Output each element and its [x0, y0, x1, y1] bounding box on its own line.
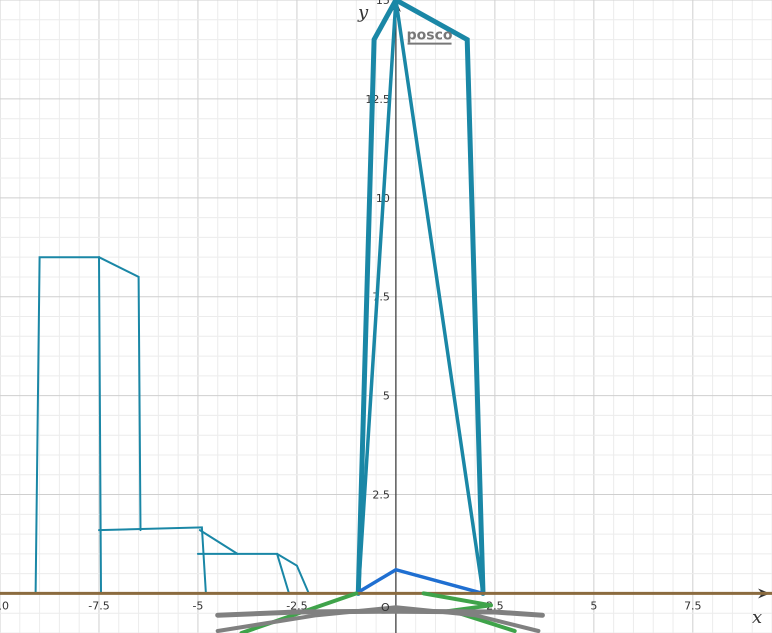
y-tick-label: 15: [376, 0, 390, 7]
x-tick-label: 7.5: [684, 599, 702, 612]
x-tick-label: -10: [0, 599, 9, 612]
chart: -10-7.5-5-2.52.557.52.557.51012.515 posc…: [0, 0, 772, 633]
y-tick-label: 5: [383, 390, 390, 403]
series-line-12: [421, 591, 493, 608]
y-tick-label: 2.5: [372, 489, 390, 502]
origin-label: O: [381, 601, 390, 614]
annotation-label: posco: [407, 28, 453, 44]
x-tick-label: -5: [192, 599, 203, 612]
x-tick-label: 5: [590, 599, 597, 612]
x-tick-label: -7.5: [88, 599, 109, 612]
tick-labels: -10-7.5-5-2.52.557.52.557.51012.515: [0, 0, 702, 612]
y-tick-label: 12.5: [365, 93, 390, 106]
series-line-2: [98, 256, 142, 532]
annotations: posco: [407, 28, 453, 45]
series-line-1: [34, 256, 102, 595]
y-axis-label: y: [357, 2, 369, 23]
x-axis-label: x: [752, 607, 762, 628]
series-line-3: [98, 526, 207, 595]
y-tick-label: 7.5: [372, 291, 390, 304]
